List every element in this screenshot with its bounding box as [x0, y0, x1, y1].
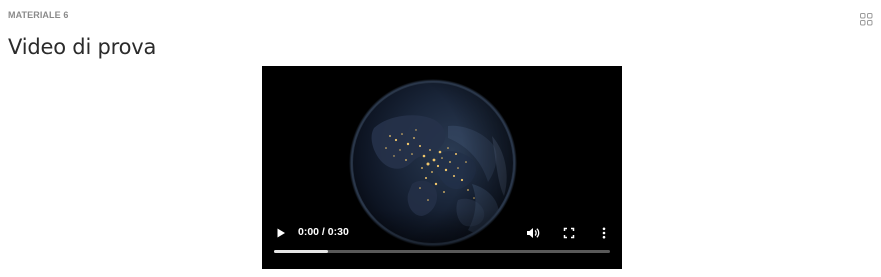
controls-overlay [262, 209, 622, 269]
play-button[interactable] [275, 226, 287, 238]
more-vertical-icon [602, 227, 606, 239]
grid-view-icon-graphic [860, 13, 873, 26]
grid-view-icon[interactable] [860, 13, 873, 26]
page-title: Video di prova [8, 35, 157, 59]
time-display: 0:00 / 0:30 [298, 226, 349, 238]
fullscreen-button[interactable] [563, 226, 575, 239]
seek-bar[interactable] [274, 250, 610, 253]
section-overline: MATERIALE 6 [8, 10, 69, 20]
material-section: MATERIALE 6 Video di prova 0:00 / 0:30 [0, 0, 881, 277]
video-player[interactable]: 0:00 / 0:30 [262, 66, 622, 269]
more-options-button[interactable] [599, 226, 609, 239]
buffered-progress [274, 250, 328, 253]
volume-icon [527, 228, 540, 238]
volume-button[interactable] [526, 226, 540, 238]
play-icon [277, 228, 285, 238]
fullscreen-icon [563, 227, 575, 239]
